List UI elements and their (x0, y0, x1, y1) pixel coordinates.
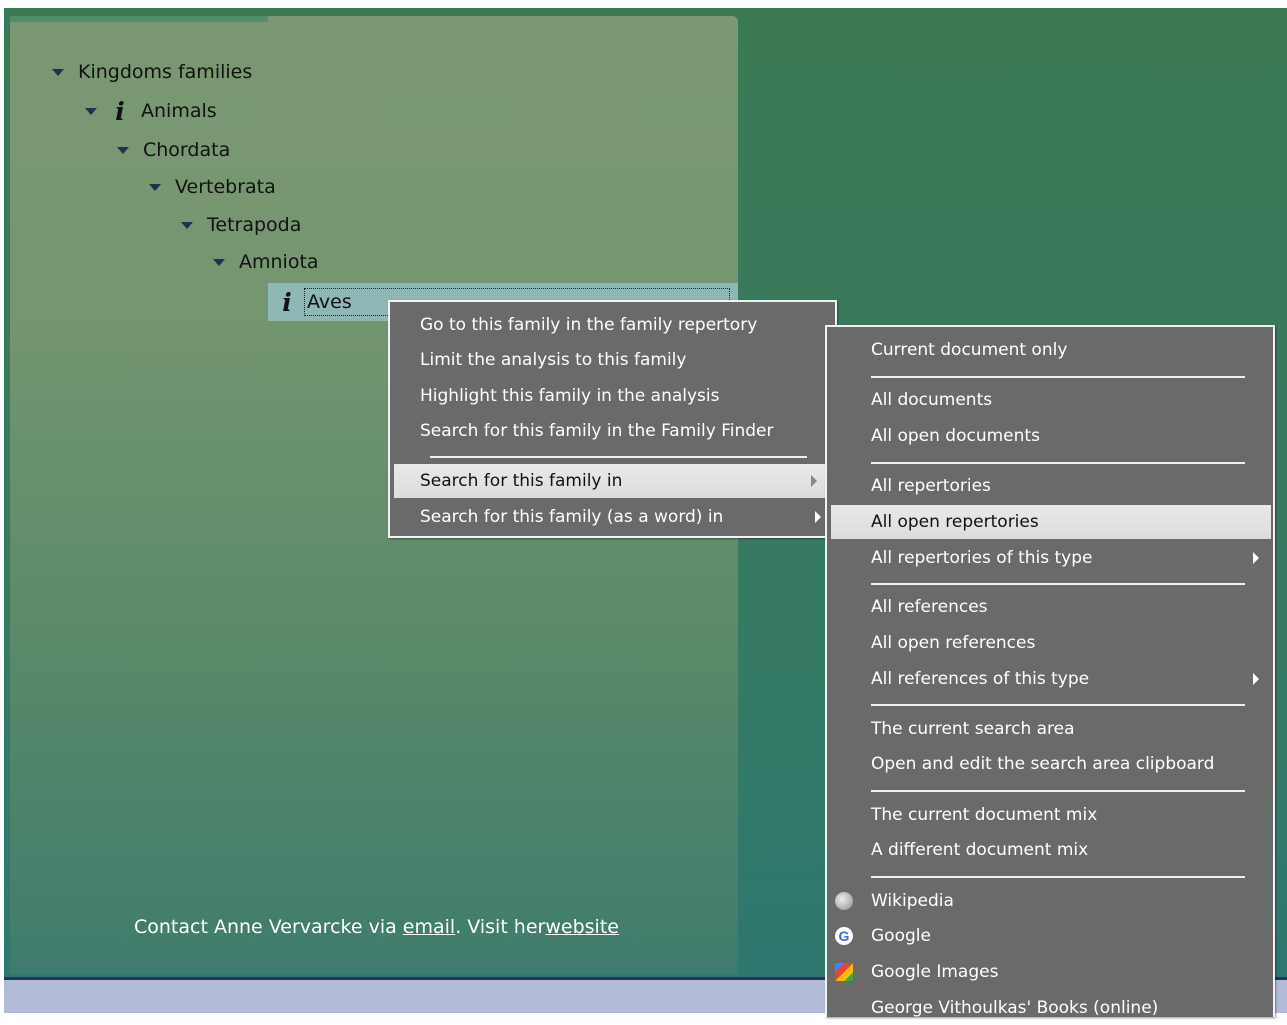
menu-item-vithoulkas-books[interactable]: George Vithoulkas' Books (online) (827, 991, 1273, 1025)
tree-node-chordata[interactable]: Chordata (117, 135, 230, 165)
website-link[interactable]: website (545, 916, 619, 938)
context-menu: Go to this family in the family repertor… (388, 300, 837, 538)
submenu-arrow-icon (1253, 552, 1259, 564)
menu-item-label: Current document only (871, 340, 1068, 360)
tree-node-vertebrata[interactable]: Vertebrata (149, 172, 276, 202)
menu-item-label: All open repertories (871, 512, 1039, 532)
menu-separator (430, 456, 807, 458)
menu-item-label: Limit the analysis to this family (420, 350, 687, 370)
menu-separator (871, 704, 1245, 706)
menu-item-all-open-documents[interactable]: All open documents (827, 419, 1273, 453)
menu-item-all-open-references[interactable]: All open references (827, 626, 1273, 660)
google-g-icon: G (835, 927, 853, 945)
menu-item-wikipedia[interactable]: Wikipedia (827, 884, 1273, 918)
expand-caret-icon[interactable] (85, 107, 97, 115)
menu-separator (871, 583, 1245, 585)
menu-item-search-family-in[interactable]: Search for this family in (394, 464, 831, 498)
menu-separator (871, 376, 1245, 378)
panel-top-accent (10, 16, 268, 22)
tree-node-label: Amniota (239, 251, 319, 273)
menu-separator (871, 876, 1245, 878)
menu-item-label: Google Images (871, 962, 999, 982)
menu-item-label: George Vithoulkas' Books (online) (871, 998, 1159, 1018)
menu-item-label: Open and edit the search area clipboard (871, 754, 1215, 774)
menu-separator (871, 790, 1245, 792)
menu-item-label: Highlight this family in the analysis (420, 386, 720, 406)
menu-item-search-family-word[interactable]: Search for this family (as a word) in (390, 500, 835, 534)
menu-item-label: A different document mix (871, 840, 1089, 860)
menu-item-label: Wikipedia (871, 891, 954, 911)
menu-item-all-references[interactable]: All references (827, 590, 1273, 624)
footer-text-middle: . Visit her (455, 916, 546, 938)
menu-item-repertories-of-type[interactable]: All repertories of this type (827, 541, 1273, 575)
info-icon[interactable]: i (111, 97, 129, 126)
tree-node-label: Vertebrata (175, 176, 276, 198)
menu-item-google[interactable]: G Google (827, 919, 1273, 953)
wikipedia-globe-icon (835, 892, 853, 910)
menu-item-current-document[interactable]: Current document only (827, 333, 1273, 367)
menu-item-all-documents[interactable]: All documents (827, 383, 1273, 417)
expand-caret-icon[interactable] (149, 183, 161, 191)
menu-item-label: All repertories of this type (871, 548, 1093, 568)
submenu-arrow-icon (1253, 673, 1259, 685)
tree-node-label: Chordata (143, 139, 231, 161)
menu-item-label: Search for this family (as a word) in (420, 507, 724, 527)
footer-text-prefix: Contact Anne Vervarcke via (134, 916, 403, 938)
submenu-arrow-icon (811, 475, 817, 487)
tree-node-label: Kingdoms families (78, 61, 253, 83)
expand-caret-icon[interactable] (213, 258, 225, 266)
menu-item-limit-analysis[interactable]: Limit the analysis to this family (390, 343, 835, 377)
expand-caret-icon[interactable] (181, 221, 193, 229)
menu-item-different-document-mix[interactable]: A different document mix (827, 833, 1273, 867)
tree-node-tetrapoda[interactable]: Tetrapoda (181, 210, 301, 240)
expand-caret-icon[interactable] (52, 68, 64, 76)
menu-item-google-images[interactable]: Google Images (827, 955, 1273, 989)
menu-item-current-document-mix[interactable]: The current document mix (827, 798, 1273, 832)
tree-node-amniota[interactable]: Amniota (213, 247, 319, 277)
submenu-arrow-icon (815, 511, 821, 523)
menu-item-family-finder[interactable]: Search for this family in the Family Fin… (390, 414, 835, 448)
menu-item-label: The current document mix (871, 805, 1098, 825)
menu-item-label: All references of this type (871, 669, 1090, 689)
tree-node-label: Animals (141, 100, 217, 122)
menu-item-label: All references (871, 597, 988, 617)
menu-item-all-repertories[interactable]: All repertories (827, 469, 1273, 503)
menu-item-label: Search for this family in (420, 471, 623, 491)
tree-node-label: Tetrapoda (207, 214, 302, 236)
tree-node-kingdoms[interactable]: Kingdoms families (52, 57, 252, 87)
menu-item-label: All open references (871, 633, 1036, 653)
menu-item-label: Search for this family in the Family Fin… (420, 421, 774, 441)
menu-item-current-search-area[interactable]: The current search area (827, 712, 1273, 746)
menu-item-goto-family[interactable]: Go to this family in the family repertor… (390, 308, 835, 342)
info-icon[interactable]: i (278, 288, 296, 317)
menu-item-label: The current search area (871, 719, 1075, 739)
menu-item-all-open-repertories[interactable]: All open repertories (831, 505, 1271, 539)
menu-separator (871, 462, 1245, 464)
menu-item-label: All documents (871, 390, 993, 410)
contact-footer: Contact Anne Vervarcke via email. Visit … (134, 916, 619, 938)
menu-item-references-of-type[interactable]: All references of this type (827, 662, 1273, 696)
menu-item-label: Google (871, 926, 931, 946)
tree-node-animals[interactable]: i Animals (85, 96, 217, 126)
menu-item-label: All open documents (871, 426, 1040, 446)
menu-item-highlight-family[interactable]: Highlight this family in the analysis (390, 379, 835, 413)
email-link[interactable]: email (403, 916, 455, 938)
google-images-icon (835, 963, 853, 981)
menu-item-search-area-clipboard[interactable]: Open and edit the search area clipboard (827, 747, 1273, 781)
menu-item-label: Go to this family in the family repertor… (420, 315, 758, 335)
expand-caret-icon[interactable] (117, 146, 129, 154)
search-scope-submenu: Current document only All documents All … (825, 325, 1275, 1018)
menu-item-label: All repertories (871, 476, 991, 496)
